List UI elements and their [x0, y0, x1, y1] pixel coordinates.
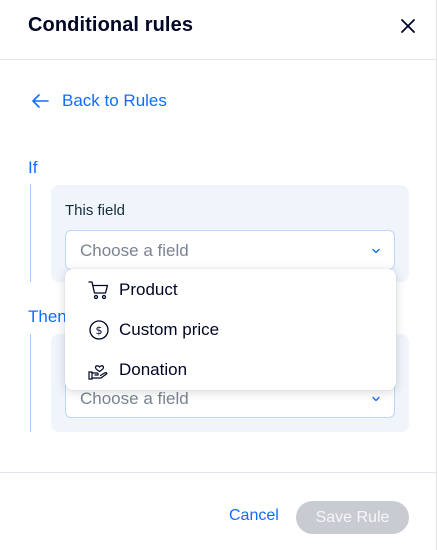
dropdown-option-custom-price[interactable]: $ Custom price — [65, 310, 396, 350]
conditional-rules-panel: Conditional rules Back to Rules If This … — [0, 0, 437, 550]
if-field-select[interactable]: Choose a field — [65, 230, 395, 270]
save-rule-button[interactable]: Save Rule — [296, 501, 409, 534]
if-section-line — [30, 184, 31, 282]
if-condition-box: This field Choose a field — [51, 185, 409, 282]
field-dropdown-menu: Product $ Custom price Donation — [65, 269, 396, 390]
cart-icon — [88, 281, 109, 300]
hand-heart-icon — [88, 365, 108, 380]
then-section-line — [30, 334, 31, 432]
cancel-button[interactable]: Cancel — [229, 507, 279, 525]
option-label: Donation — [119, 360, 188, 379]
dollar-coin-icon: $ — [89, 320, 109, 340]
panel-title: Conditional rules — [28, 14, 194, 36]
back-link-label: Back to Rules — [62, 91, 167, 110]
then-section-label: Then — [28, 307, 67, 326]
svg-text:$: $ — [96, 324, 103, 337]
this-field-label: This field — [65, 202, 126, 219]
then-select-placeholder: Choose a field — [80, 389, 189, 408]
chevron-down-icon — [372, 396, 380, 402]
dropdown-option-product[interactable]: Product — [65, 270, 396, 310]
close-button[interactable] — [396, 14, 420, 38]
if-section-label: If — [28, 158, 38, 177]
panel-footer: Cancel Save Rule — [0, 472, 437, 550]
option-label: Custom price — [119, 320, 220, 339]
close-icon — [401, 19, 415, 33]
chevron-down-icon — [372, 248, 380, 254]
dropdown-option-donation[interactable]: Donation — [65, 350, 396, 390]
arrow-left-icon — [30, 90, 52, 112]
if-select-placeholder: Choose a field — [80, 241, 189, 260]
back-to-rules-link[interactable]: Back to Rules — [30, 90, 167, 112]
panel-header: Conditional rules — [0, 0, 437, 60]
option-label: Product — [119, 280, 178, 299]
